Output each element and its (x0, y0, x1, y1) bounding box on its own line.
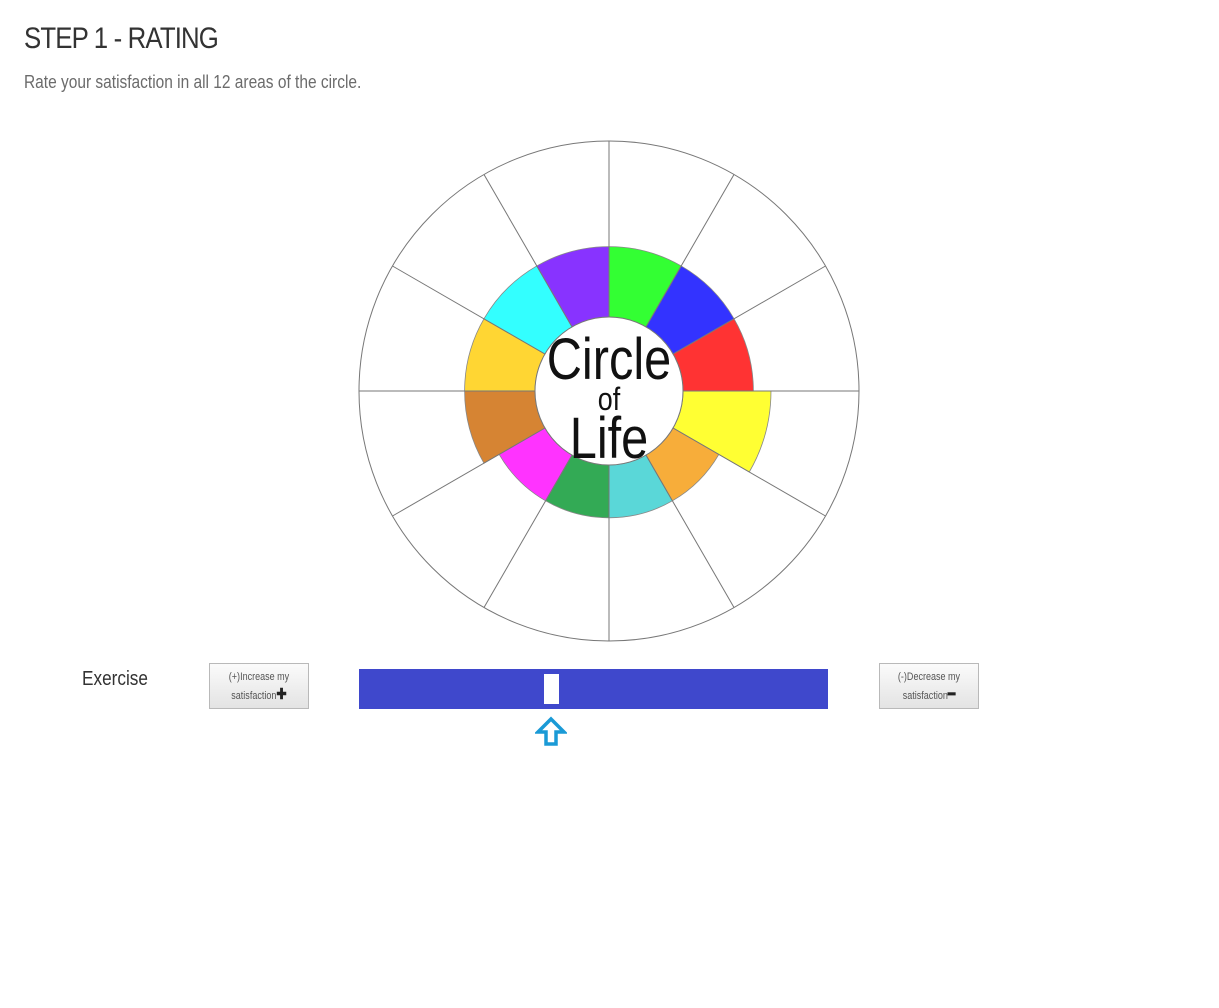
up-arrow-icon (535, 716, 568, 746)
satisfaction-slider[interactable] (359, 669, 828, 709)
wheel-center-word-life: Life (570, 407, 649, 471)
decrease-label-line1: (-)Decrease my (897, 671, 961, 683)
decrease-satisfaction-button[interactable]: (-)Decrease my satisfaction━ (879, 663, 979, 709)
increase-label-line1: (+)Increase my (228, 671, 290, 683)
increase-satisfaction-button[interactable]: (+)Increase my satisfaction✚ (209, 663, 309, 709)
slider-handle[interactable] (544, 674, 560, 704)
plus-icon: ✚ (276, 686, 287, 703)
decrease-label-line2: satisfaction (902, 690, 948, 702)
circle-of-life-wheel[interactable]: Circle of Life (0, 0, 1219, 1008)
increase-label-line2: satisfaction (231, 690, 277, 702)
current-area-label: Exercise (82, 668, 148, 690)
minus-icon: ━ (947, 686, 956, 703)
